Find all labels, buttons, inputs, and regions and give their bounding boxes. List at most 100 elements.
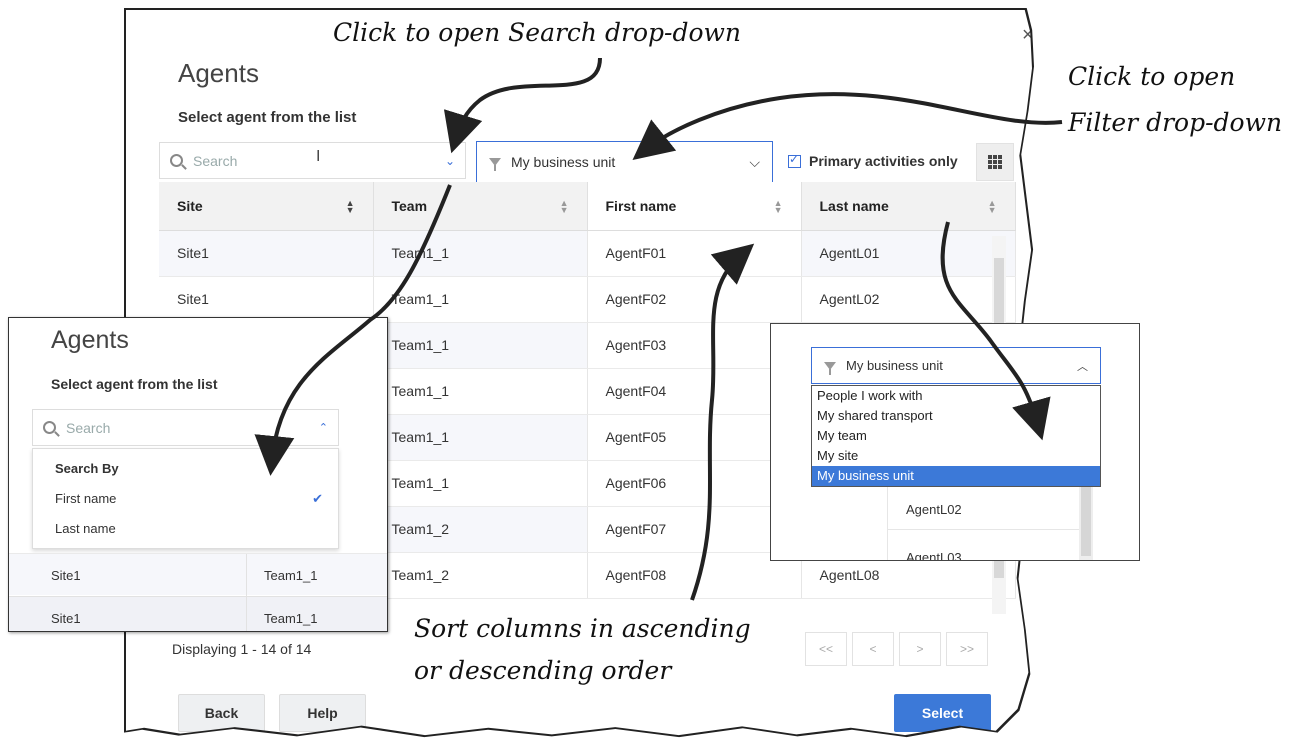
filter-dropdown[interactable]: My business unit ︿ <box>811 347 1101 384</box>
callout-sort-line1: Sort columns in ascending <box>414 614 751 643</box>
cell-first-name: AgentF05 <box>587 414 802 461</box>
next-page-button[interactable]: > <box>899 632 941 666</box>
search-by-menu: Search By First name ✔ Last name <box>32 448 339 549</box>
cell-first-name: AgentF06 <box>587 460 802 507</box>
search-dropdown-inset: Agents Select agent from the list Search… <box>8 317 388 632</box>
help-button[interactable]: Help <box>279 694 366 732</box>
back-button[interactable]: Back <box>178 694 265 732</box>
filter-value: My business unit <box>511 154 616 170</box>
inset-subtitle: Select agent from the list <box>51 376 218 392</box>
columns-grid-button[interactable] <box>976 143 1014 181</box>
cell-site: Site1 <box>159 230 374 277</box>
callout-search: Click to open Search drop-down <box>333 18 741 47</box>
search-placeholder: Search <box>66 419 111 436</box>
select-button[interactable]: Select <box>894 694 991 732</box>
cell-last-name: AgentL02 <box>906 502 962 517</box>
column-divider <box>246 597 247 631</box>
cell-first-name: AgentF02 <box>587 276 802 323</box>
cell-site: Site1 <box>159 276 374 323</box>
sort-icon: ▲ ▼ <box>987 197 997 215</box>
menu-item-first-name[interactable]: First name ✔ <box>55 491 335 506</box>
cell-first-name: AgentF01 <box>587 230 802 277</box>
cell-team: Team1_1 <box>373 368 588 415</box>
cell-team: Team1_1 <box>373 322 588 369</box>
search-by-header: Search By <box>55 461 119 476</box>
chevron-down-icon: ⌄ <box>444 153 455 168</box>
menu-item-label: First name <box>55 491 117 506</box>
filter-dropdown[interactable]: My business unit ⌵ <box>476 141 773 183</box>
cell-last-name: AgentL03 <box>906 550 962 561</box>
primary-activities-checkbox[interactable]: Primary activities only <box>788 152 958 169</box>
prev-page-button[interactable]: < <box>852 632 894 666</box>
table-row[interactable]: Site1 Team1_1 AgentF01 AgentL01 <box>159 230 1016 277</box>
cell-team: Team1_2 <box>373 552 588 599</box>
filter-icon <box>824 361 836 375</box>
filter-value: My business unit <box>846 358 943 373</box>
cell-first-name: AgentF03 <box>587 322 802 369</box>
option-people-i-work-with[interactable]: People I work with <box>812 386 1100 406</box>
inset-scrollbar[interactable] <box>1079 484 1093 560</box>
chevron-up-icon: ⌃ <box>318 422 328 434</box>
column-divider <box>887 484 888 560</box>
filter-options-list: People I work with My shared transport M… <box>811 385 1101 487</box>
dialog-title: Agents <box>178 58 259 88</box>
cell-last-name: AgentL02 <box>801 276 1016 323</box>
chevron-down-icon: ⌵ <box>749 153 760 170</box>
cell-site: Site1 <box>51 568 81 583</box>
row-divider <box>887 529 1081 530</box>
column-header-team[interactable]: Team ▲ ▼ <box>373 182 588 231</box>
grid-icon <box>988 155 1002 169</box>
callout-filter-line2: Filter drop-down <box>1068 108 1283 137</box>
callout-filter-line1: Click to open <box>1068 62 1236 91</box>
column-divider <box>246 554 247 596</box>
search-placeholder: Search <box>193 152 238 169</box>
cell-team: Team1_1 <box>373 276 588 323</box>
column-header-last-name[interactable]: Last name ▲ ▼ <box>801 182 1016 231</box>
sort-icon: ▲ ▼ <box>773 197 783 215</box>
first-page-button[interactable]: << <box>805 632 847 666</box>
column-header-site[interactable]: Site ▲ ▼ <box>159 182 374 231</box>
cell-team: Team1_1 <box>264 611 318 626</box>
cell-team: Team1_2 <box>373 506 588 553</box>
cell-team: Team1_1 <box>373 460 588 507</box>
cell-team: Team1_1 <box>373 414 588 461</box>
cell-site: Site1 <box>51 611 81 626</box>
checkbox-checked-icon <box>788 152 801 168</box>
sort-icon: ▲ ▼ <box>559 197 569 215</box>
cell-first-name: AgentF04 <box>587 368 802 415</box>
table-row[interactable]: Site1 Team1_1 AgentF02 AgentL02 <box>159 276 1016 323</box>
primary-activities-label: Primary activities only <box>809 153 958 169</box>
cell-first-name: AgentF07 <box>587 506 802 553</box>
checkmark-icon: ✔ <box>312 491 323 506</box>
column-label: Team <box>391 197 428 214</box>
menu-item-last-name[interactable]: Last name <box>55 521 116 536</box>
displaying-count: Displaying 1 - 14 of 14 <box>172 641 312 657</box>
option-my-shared-transport[interactable]: My shared transport <box>812 406 1100 426</box>
sort-icon: ▲ ▼ <box>345 197 355 215</box>
table-row[interactable]: Site1 Team1_1 <box>9 553 387 596</box>
option-my-team[interactable]: My team <box>812 426 1100 446</box>
column-label: Last name <box>819 197 889 214</box>
dialog-subtitle: Select agent from the list <box>178 109 357 126</box>
last-page-button[interactable]: >> <box>946 632 988 666</box>
cell-last-name: AgentL01 <box>801 230 1016 277</box>
search-icon <box>43 421 56 434</box>
search-input[interactable]: Search ⌃ <box>32 409 339 446</box>
column-label: First name <box>605 197 677 214</box>
column-header-first-name[interactable]: First name ▲ ▼ <box>587 182 802 231</box>
text-cursor-icon: I <box>316 148 321 165</box>
callout-sort-line2: or descending order <box>414 656 672 685</box>
pager: << < > >> <box>800 632 988 666</box>
filter-dropdown-inset: AgentL02 AgentL03 My business unit ︿ Peo… <box>770 323 1140 561</box>
cell-team: Team1_1 <box>373 230 588 277</box>
inset-title: Agents <box>51 326 129 354</box>
search-input[interactable]: Search I ⌄ <box>159 142 466 179</box>
option-my-business-unit[interactable]: My business unit <box>812 466 1100 486</box>
table-header: Site ▲ ▼ Team ▲ ▼ First name ▲ ▼ Last name ▲ ▼ <box>159 182 1016 231</box>
search-icon <box>170 154 183 167</box>
scrollbar-thumb[interactable] <box>1081 484 1091 556</box>
cell-first-name: AgentF08 <box>587 552 802 599</box>
column-label: Site <box>177 197 203 214</box>
option-my-site[interactable]: My site <box>812 446 1100 466</box>
table-row[interactable]: Site1 Team1_1 <box>9 596 387 631</box>
